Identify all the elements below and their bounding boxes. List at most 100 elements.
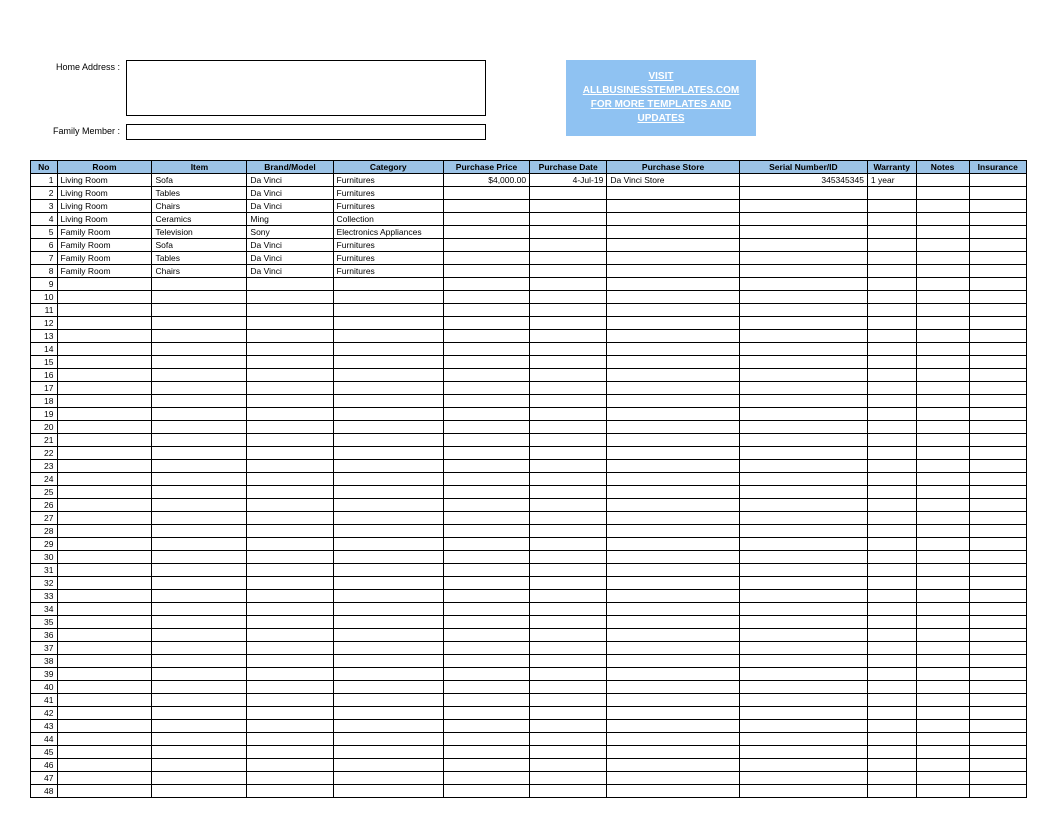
- cell-notes[interactable]: [916, 720, 969, 733]
- cell-brand[interactable]: [247, 655, 333, 668]
- cell-price[interactable]: [443, 707, 529, 720]
- cell-item[interactable]: [152, 278, 247, 291]
- cell-store[interactable]: [607, 499, 740, 512]
- cell-brand[interactable]: [247, 447, 333, 460]
- cell-date[interactable]: [530, 421, 607, 434]
- cell-notes[interactable]: [916, 187, 969, 200]
- cell-room[interactable]: [57, 668, 152, 681]
- cell-no[interactable]: 1: [31, 174, 58, 187]
- cell-no[interactable]: 24: [31, 473, 58, 486]
- cell-no[interactable]: 33: [31, 590, 58, 603]
- cell-no[interactable]: 43: [31, 720, 58, 733]
- cell-notes[interactable]: [916, 746, 969, 759]
- cell-no[interactable]: 44: [31, 733, 58, 746]
- cell-store[interactable]: Da Vinci Store: [607, 174, 740, 187]
- cell-brand[interactable]: Da Vinci: [247, 174, 333, 187]
- cell-brand[interactable]: [247, 694, 333, 707]
- cell-item[interactable]: [152, 538, 247, 551]
- cell-no[interactable]: 19: [31, 408, 58, 421]
- cell-brand[interactable]: [247, 525, 333, 538]
- cell-room[interactable]: [57, 460, 152, 473]
- cell-room[interactable]: [57, 512, 152, 525]
- cell-notes[interactable]: [916, 317, 969, 330]
- cell-store[interactable]: [607, 603, 740, 616]
- cell-warranty[interactable]: [867, 577, 916, 590]
- cell-date[interactable]: [530, 447, 607, 460]
- cell-notes[interactable]: [916, 473, 969, 486]
- cell-insurance[interactable]: [969, 746, 1027, 759]
- cell-notes[interactable]: [916, 226, 969, 239]
- cell-price[interactable]: [443, 395, 529, 408]
- cell-serial[interactable]: [739, 564, 867, 577]
- cell-warranty[interactable]: [867, 642, 916, 655]
- cell-serial[interactable]: [739, 408, 867, 421]
- cell-category[interactable]: Furnitures: [333, 252, 443, 265]
- cell-brand[interactable]: [247, 421, 333, 434]
- cell-notes[interactable]: [916, 252, 969, 265]
- cell-item[interactable]: [152, 330, 247, 343]
- cell-brand[interactable]: [247, 434, 333, 447]
- cell-room[interactable]: [57, 590, 152, 603]
- cell-notes[interactable]: [916, 174, 969, 187]
- cell-notes[interactable]: [916, 525, 969, 538]
- cell-store[interactable]: [607, 213, 740, 226]
- cell-serial[interactable]: [739, 460, 867, 473]
- cell-notes[interactable]: [916, 564, 969, 577]
- cell-notes[interactable]: [916, 447, 969, 460]
- cell-warranty[interactable]: [867, 265, 916, 278]
- cell-item[interactable]: [152, 772, 247, 785]
- cell-warranty[interactable]: [867, 616, 916, 629]
- cell-date[interactable]: [530, 330, 607, 343]
- cell-item[interactable]: [152, 616, 247, 629]
- cell-warranty[interactable]: [867, 239, 916, 252]
- cell-item[interactable]: Chairs: [152, 265, 247, 278]
- cell-price[interactable]: [443, 668, 529, 681]
- cell-insurance[interactable]: [969, 278, 1027, 291]
- cell-room[interactable]: [57, 603, 152, 616]
- cell-item[interactable]: [152, 564, 247, 577]
- cell-insurance[interactable]: [969, 330, 1027, 343]
- cell-item[interactable]: [152, 707, 247, 720]
- cell-item[interactable]: [152, 629, 247, 642]
- cell-insurance[interactable]: [969, 473, 1027, 486]
- cell-serial[interactable]: [739, 343, 867, 356]
- cell-item[interactable]: Chairs: [152, 200, 247, 213]
- cell-serial[interactable]: [739, 785, 867, 798]
- promo-banner[interactable]: VISIT ALLBUSINESSTEMPLATES.COM FOR MORE …: [566, 60, 756, 136]
- cell-notes[interactable]: [916, 577, 969, 590]
- cell-insurance[interactable]: [969, 655, 1027, 668]
- cell-no[interactable]: 20: [31, 421, 58, 434]
- cell-room[interactable]: [57, 772, 152, 785]
- cell-serial[interactable]: 345345345: [739, 174, 867, 187]
- cell-store[interactable]: [607, 343, 740, 356]
- cell-warranty[interactable]: 1 year: [867, 174, 916, 187]
- cell-category[interactable]: [333, 772, 443, 785]
- cell-item[interactable]: Tables: [152, 187, 247, 200]
- cell-brand[interactable]: [247, 330, 333, 343]
- cell-category[interactable]: [333, 694, 443, 707]
- cell-store[interactable]: [607, 551, 740, 564]
- cell-item[interactable]: [152, 668, 247, 681]
- cell-notes[interactable]: [916, 655, 969, 668]
- cell-price[interactable]: [443, 590, 529, 603]
- cell-serial[interactable]: [739, 252, 867, 265]
- cell-date[interactable]: [530, 733, 607, 746]
- cell-item[interactable]: [152, 655, 247, 668]
- cell-brand[interactable]: [247, 668, 333, 681]
- cell-store[interactable]: [607, 226, 740, 239]
- cell-serial[interactable]: [739, 330, 867, 343]
- cell-serial[interactable]: [739, 759, 867, 772]
- cell-serial[interactable]: [739, 512, 867, 525]
- cell-warranty[interactable]: [867, 681, 916, 694]
- cell-price[interactable]: [443, 304, 529, 317]
- address-input[interactable]: [126, 60, 486, 116]
- cell-insurance[interactable]: [969, 512, 1027, 525]
- cell-date[interactable]: [530, 668, 607, 681]
- cell-store[interactable]: [607, 317, 740, 330]
- cell-warranty[interactable]: [867, 564, 916, 577]
- cell-insurance[interactable]: [969, 785, 1027, 798]
- cell-category[interactable]: [333, 785, 443, 798]
- cell-serial[interactable]: [739, 694, 867, 707]
- cell-warranty[interactable]: [867, 629, 916, 642]
- cell-store[interactable]: [607, 655, 740, 668]
